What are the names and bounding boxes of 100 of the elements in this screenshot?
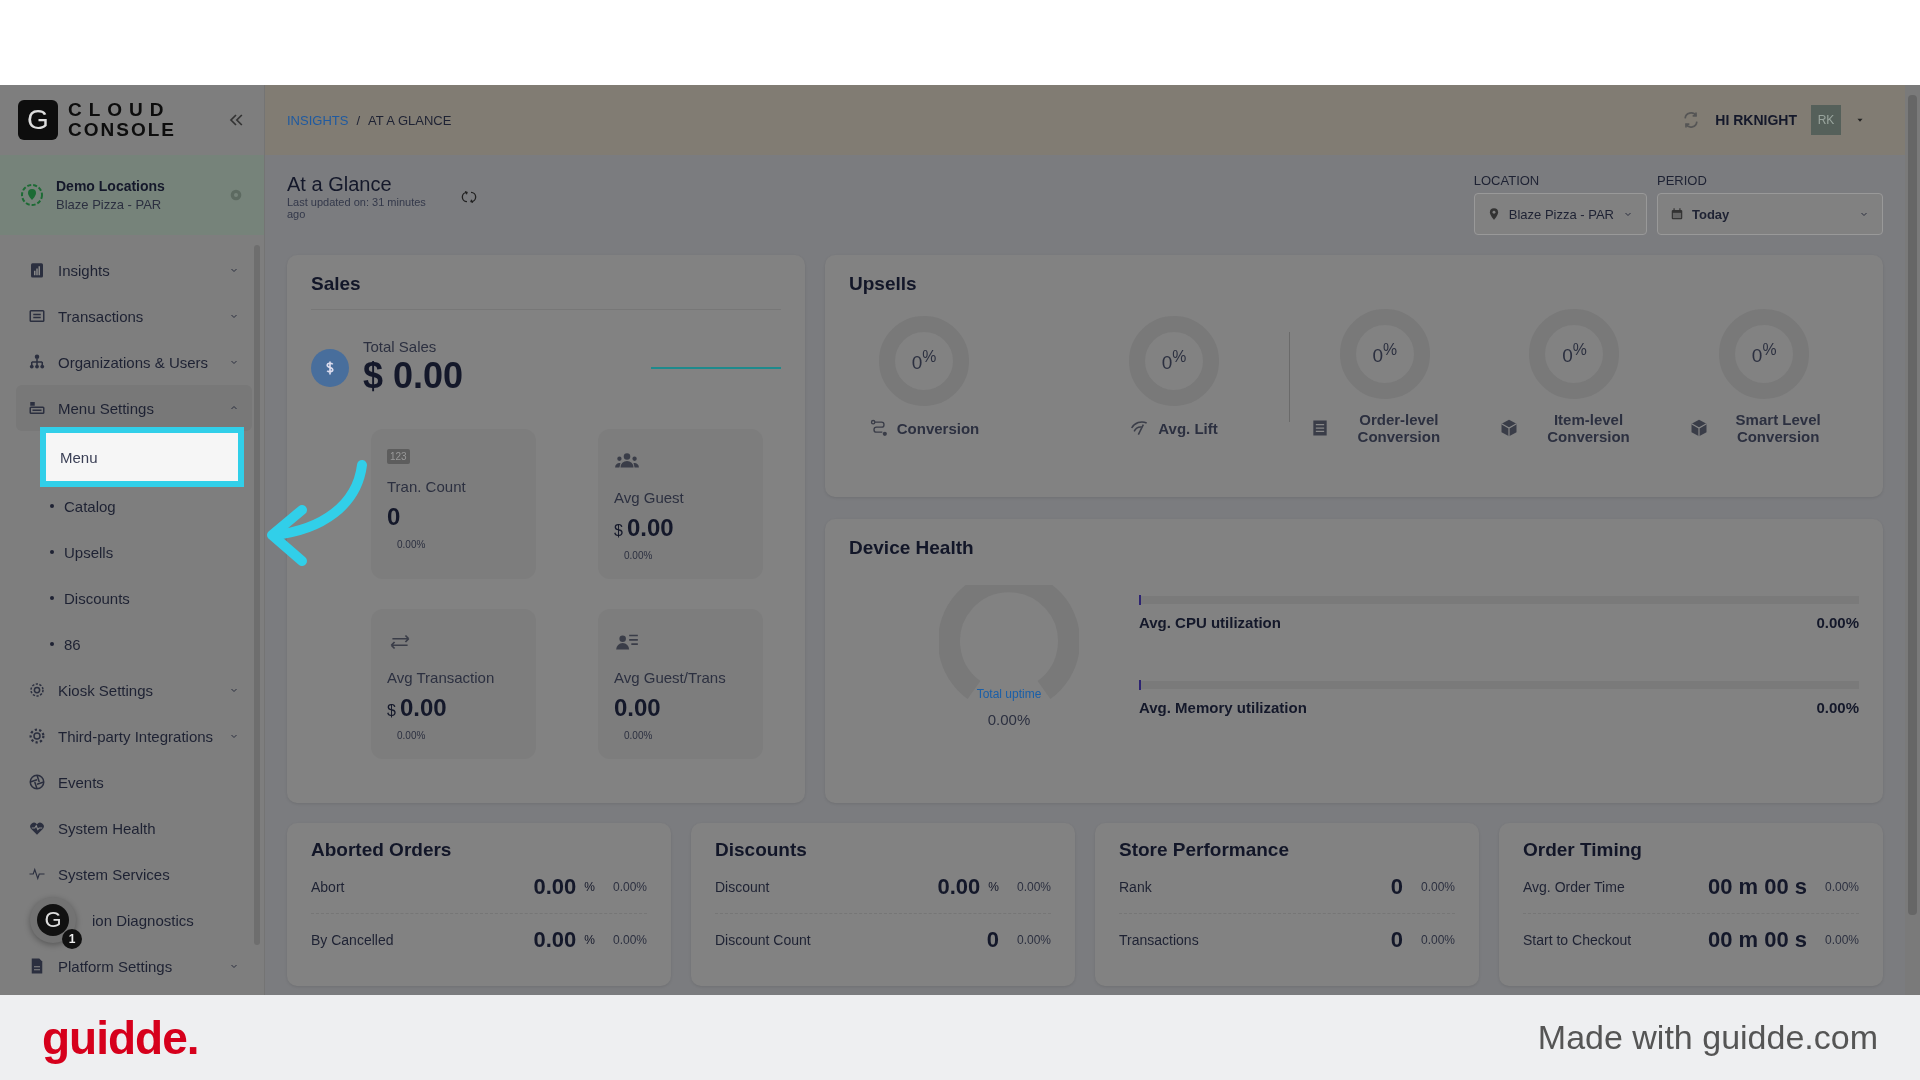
submenu-item[interactable]: Upsells — [16, 529, 252, 575]
menu-card-icon — [28, 399, 46, 417]
user-avatar[interactable]: RK — [1811, 105, 1841, 135]
breadcrumb-current: AT A GLANCE — [368, 112, 452, 128]
stat-label: Avg Guest — [614, 489, 685, 506]
donut-value: 0$^{%}$ — [1751, 340, 1777, 368]
donut-value: 0$^{%}$ — [1372, 340, 1398, 368]
row-value: 0.00 — [533, 927, 577, 953]
card-title: Sales — [311, 273, 781, 310]
hierarchy-icon — [28, 353, 46, 371]
row-label: Discount Count — [715, 932, 811, 948]
last-updated-text: Last updated on: 31 minutes ago — [287, 196, 427, 220]
gauge-label: Total uptime — [976, 686, 1042, 701]
filter-dropdown[interactable]: Blaze Pizza - PAR — [1473, 193, 1647, 235]
meter-reading: 0.00% — [1816, 614, 1859, 631]
row-label: Start to Checkout — [1523, 932, 1632, 948]
sidebar-item[interactable]: Organizations & Users — [16, 339, 252, 385]
change-percent: 0.00% — [623, 730, 654, 741]
brand-logo: guidde. — [42, 1010, 199, 1065]
calendar-icon — [1670, 207, 1684, 221]
change-percent: 0.00% — [623, 550, 654, 561]
sidebar-item[interactable]: Third-party Integrations — [16, 713, 252, 759]
location-subtitle: Blaze Pizza - PAR — [56, 197, 163, 212]
donut-value: 0$^{%}$ — [1161, 347, 1187, 375]
user-greeting: HI RKNIGHT — [1715, 112, 1797, 128]
route-icon — [868, 418, 889, 438]
meter-reading: 0.00% — [1816, 699, 1859, 716]
stat-value: 0.00 — [614, 694, 661, 722]
change-percent: 0.00% — [1823, 880, 1859, 894]
sidebar-item[interactable]: Transactions — [16, 293, 252, 339]
notification-count: 1 — [62, 929, 82, 949]
stat-label: Avg Transaction — [387, 669, 496, 686]
sidebar-item[interactable]: System Health — [16, 805, 252, 851]
unit-label: % — [584, 880, 595, 894]
sidebar-item[interactable]: Kiosk Settings — [16, 667, 252, 713]
metric-label: Avg. Lift — [1158, 419, 1218, 437]
row-value: 0 — [986, 927, 999, 953]
row-value: 00 m 00 s — [1707, 874, 1807, 900]
change-percent: 0.00% — [396, 730, 427, 741]
row-value: 0 — [1390, 874, 1403, 900]
pulse-icon — [28, 865, 46, 883]
stat-label: Tran. Count — [387, 478, 467, 495]
row-label: Abort — [311, 879, 345, 895]
card-title: Aborted Orders — [311, 839, 453, 861]
change-percent: 0.00% — [1823, 933, 1859, 947]
metric-label: Smart Level Conversion — [1734, 411, 1822, 445]
change-percent: 0.00% — [1419, 933, 1455, 947]
card-title: Device Health — [849, 536, 975, 559]
submenu-item[interactable]: Discounts — [16, 575, 252, 621]
filter-label: PERIOD — [1657, 173, 1708, 188]
metric-label: Order-level Conversion — [1356, 411, 1442, 445]
card-title: Discounts — [715, 839, 808, 861]
total-sales-label: Total Sales — [363, 338, 438, 355]
row-value: 0.00 — [533, 874, 577, 900]
meter-label: Avg. CPU utilization — [1139, 614, 1281, 631]
currency-symbol: $ — [387, 702, 396, 720]
stat-label: Avg Guest/Trans — [614, 669, 727, 686]
gauge-value: 0.00% — [987, 710, 1031, 728]
unit-label: % — [988, 880, 999, 894]
row-value: 0 — [1390, 927, 1403, 953]
card-title: Order Timing — [1523, 839, 1643, 861]
sidebar-item[interactable]: Insights — [16, 247, 252, 293]
row-label: Discount — [715, 879, 770, 895]
stat-value: 0.00 — [399, 694, 447, 722]
location-pin-icon — [20, 183, 44, 207]
metric-label: Item-level Conversion — [1546, 411, 1631, 445]
row-label: By Cancelled — [311, 932, 394, 948]
numbers-icon: 123 — [387, 449, 410, 464]
card-title: Upsells — [849, 273, 918, 295]
box-icon — [1689, 418, 1710, 438]
location-name: Demo Locations — [56, 178, 165, 194]
donut-value: 0$^{%}$ — [1562, 340, 1587, 368]
refresh-icon — [461, 188, 477, 205]
row-value: 00 m 00 s — [1707, 927, 1807, 953]
submenu-item[interactable]: 86 — [16, 621, 252, 667]
sidebar-item[interactable]: Menu Settings — [16, 385, 252, 431]
row-value: 0.00 — [937, 874, 981, 900]
row-label: Rank — [1119, 879, 1152, 895]
credit-text: Made with guidde.com — [1537, 1018, 1878, 1057]
row-label: Transactions — [1119, 932, 1199, 948]
unit-label: % — [584, 933, 595, 947]
change-percent: 0.00% — [1015, 933, 1051, 947]
meter-label: Avg. Memory utilization — [1139, 699, 1307, 716]
clipboard-chart-icon — [28, 261, 46, 279]
change-percent: 0.00% — [611, 933, 647, 947]
sidebar-item[interactable]: Events — [16, 759, 252, 805]
stat-value: 0 — [387, 503, 401, 531]
aperture-icon — [28, 773, 46, 791]
page-title: At a Glance — [287, 173, 393, 196]
logo-icon: G — [18, 100, 58, 140]
submenu-item[interactable]: Catalog — [16, 483, 252, 529]
breadcrumb-separator: / — [356, 112, 361, 128]
card-title: Store Performance — [1119, 839, 1290, 861]
sidebar-item[interactable]: System Services — [16, 851, 252, 897]
change-percent: 0.00% — [1015, 880, 1051, 894]
donut-value: 0$^{%}$ — [911, 347, 937, 375]
filter-label: LOCATION — [1473, 173, 1541, 188]
change-percent: 0.00% — [1419, 880, 1455, 894]
filter-dropdown[interactable]: Today — [1657, 193, 1883, 235]
stat-value: 0.00 — [626, 514, 674, 542]
